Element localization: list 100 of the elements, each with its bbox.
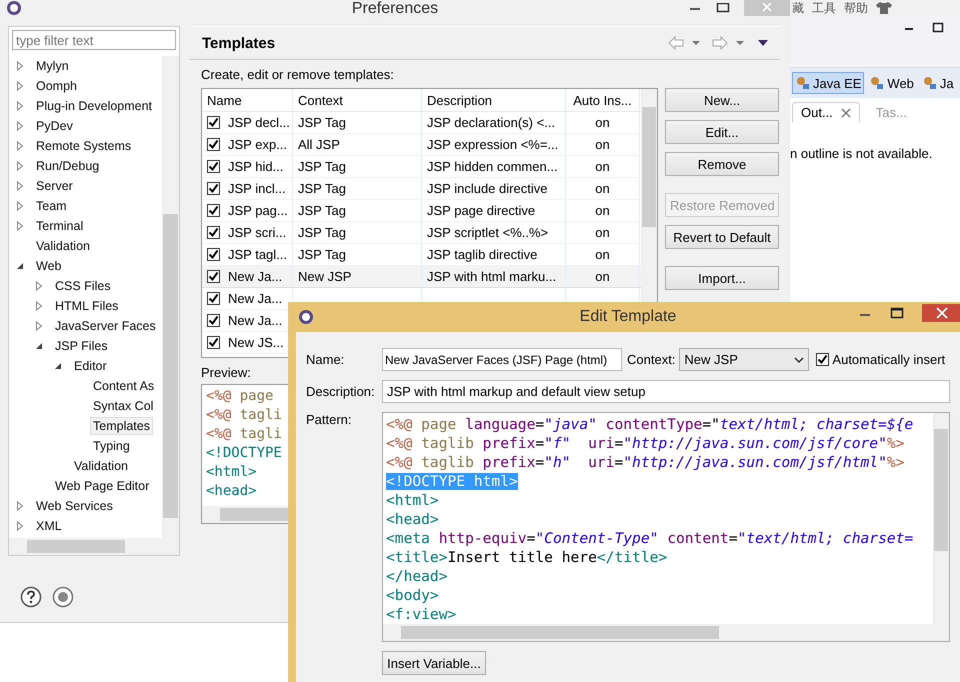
- action-button[interactable]: Import...: [665, 266, 779, 290]
- tree-item[interactable]: Terminal: [33, 217, 86, 235]
- column-header[interactable]: Auto Ins...: [566, 89, 640, 111]
- table-cell: JSP decl...: [228, 115, 290, 130]
- tree-item[interactable]: Oomph: [33, 77, 80, 95]
- tree-item[interactable]: Team: [33, 197, 70, 215]
- action-button[interactable]: Remove: [665, 152, 779, 176]
- column-header[interactable]: Context: [293, 89, 422, 111]
- help-icon[interactable]: [20, 586, 42, 608]
- tree-item[interactable]: Web: [33, 257, 64, 275]
- maximize-icon[interactable]: [890, 307, 904, 319]
- tree-item[interactable]: JSP Files: [52, 337, 111, 355]
- caret-icon[interactable]: [794, 356, 804, 364]
- table-cell: JSP hidden commen...: [427, 159, 558, 174]
- context-dropdown[interactable]: New JSP: [679, 348, 810, 371]
- menu-item[interactable]: 工具: [812, 0, 836, 16]
- column-header[interactable]: Name: [202, 89, 293, 111]
- collapsed-arrow-icon[interactable]: [15, 121, 25, 131]
- tree-item[interactable]: Server: [33, 177, 76, 195]
- table-row[interactable]: JSP pag... JSP Tag JSP page directive on: [202, 200, 641, 222]
- pattern-editor[interactable]: [382, 412, 950, 642]
- view-tab[interactable]: Out...: [792, 102, 860, 122]
- table-row[interactable]: JSP exp... All JSP JSP expression <%=... on: [202, 134, 641, 156]
- collapsed-arrow-icon[interactable]: [15, 141, 25, 151]
- tree-item[interactable]: Run/Debug: [33, 157, 102, 175]
- table-cell: on: [595, 137, 610, 152]
- table-row[interactable]: JSP hid... JSP Tag JSP hidden commen... on: [202, 156, 641, 178]
- description-field[interactable]: JSP with html markup and default view setup: [382, 380, 950, 403]
- tree-item[interactable]: Validation: [33, 237, 93, 255]
- table-row[interactable]: JSP decl... JSP Tag JSP declaration(s) <... on: [202, 112, 641, 134]
- maximize-icon[interactable]: [716, 3, 730, 13]
- perspective-button[interactable]: Java EE: [792, 72, 864, 94]
- collapsed-arrow-icon[interactable]: [15, 101, 25, 111]
- tree-item[interactable]: Remote Systems: [33, 137, 134, 155]
- checkbox[interactable]: [816, 353, 830, 366]
- expanded-arrow-icon[interactable]: [34, 341, 44, 351]
- code-line: <head>: [386, 510, 439, 529]
- checkbox[interactable]: [207, 270, 220, 283]
- collapsed-arrow-icon[interactable]: [15, 201, 25, 211]
- checkbox-label[interactable]: Automatically insert: [832, 352, 946, 367]
- collapsed-arrow-icon[interactable]: [34, 321, 44, 331]
- tree-item[interactable]: CSS Files: [52, 277, 114, 295]
- table-row[interactable]: New Ja... New JSP JSP with html marku... on: [202, 266, 641, 288]
- tree-item[interactable]: Mylyn: [33, 57, 72, 75]
- shirt-icon[interactable]: [876, 2, 892, 14]
- table-row[interactable]: JSP scri... JSP Tag JSP scriptlet <%..%> on: [202, 222, 641, 244]
- action-button[interactable]: New...: [665, 88, 779, 112]
- scrollbar[interactable]: [383, 624, 949, 641]
- checkbox[interactable]: [207, 160, 220, 173]
- scrollbar[interactable]: [162, 56, 179, 538]
- action-button[interactable]: Edit...: [665, 120, 779, 144]
- tree-item[interactable]: Templates: [90, 417, 153, 435]
- tree-item[interactable]: Web Page Editor: [52, 477, 152, 495]
- tree-item[interactable]: XML: [33, 517, 65, 535]
- tree-item[interactable]: Plug-in Development: [33, 97, 156, 115]
- tree-item[interactable]: Syntax Col: [90, 397, 156, 415]
- action-button[interactable]: Revert to Default: [665, 225, 779, 249]
- scrollbar[interactable]: [9, 538, 179, 555]
- checkbox[interactable]: [207, 336, 220, 349]
- tree-item[interactable]: PyDev: [33, 117, 76, 135]
- menu-item[interactable]: 帮助: [844, 0, 868, 16]
- expanded-arrow-icon[interactable]: [15, 261, 25, 271]
- filter-field[interactable]: type filter text: [12, 30, 176, 50]
- column-header[interactable]: Description: [422, 89, 566, 111]
- tree-item[interactable]: Typing: [90, 437, 133, 455]
- collapsed-arrow-icon[interactable]: [15, 521, 25, 531]
- checkbox[interactable]: [207, 182, 220, 195]
- expanded-arrow-icon[interactable]: [53, 361, 63, 371]
- tree-item[interactable]: Content As: [90, 377, 158, 395]
- perspective-button[interactable]: Ja: [918, 72, 957, 94]
- maximize-icon[interactable]: [932, 22, 946, 34]
- collapsed-arrow-icon[interactable]: [15, 161, 25, 171]
- insert-variable-button[interactable]: Insert Variable...: [382, 651, 486, 675]
- close-icon[interactable]: [840, 108, 851, 118]
- collapsed-arrow-icon[interactable]: [34, 281, 44, 291]
- tree-item[interactable]: Validation: [71, 457, 131, 475]
- collapsed-arrow-icon[interactable]: [15, 181, 25, 191]
- name-field[interactable]: New JavaServer Faces (JSF) Page (html): [382, 348, 622, 371]
- collapsed-arrow-icon[interactable]: [15, 81, 25, 91]
- collapsed-arrow-icon[interactable]: [15, 501, 25, 511]
- scrollbar[interactable]: [933, 413, 949, 624]
- table-row[interactable]: JSP incl... JSP Tag JSP include directive on: [202, 178, 641, 200]
- checkbox[interactable]: [207, 314, 220, 327]
- tree-item[interactable]: Web Services: [33, 497, 116, 515]
- tree-item[interactable]: Editor: [71, 357, 110, 375]
- close-button[interactable]: [922, 304, 960, 322]
- checkbox[interactable]: [207, 292, 220, 305]
- tree-item[interactable]: HTML Files: [52, 297, 122, 315]
- checkbox[interactable]: [207, 226, 220, 239]
- checkbox[interactable]: [207, 116, 220, 129]
- checkbox[interactable]: [207, 138, 220, 151]
- collapsed-arrow-icon[interactable]: [15, 221, 25, 231]
- checkbox[interactable]: [207, 204, 220, 217]
- collapsed-arrow-icon[interactable]: [34, 301, 44, 311]
- menu-item[interactable]: 藏: [792, 0, 804, 16]
- checkbox[interactable]: [207, 248, 220, 261]
- tree-item[interactable]: JavaServer Faces: [52, 317, 159, 335]
- collapsed-arrow-icon[interactable]: [15, 61, 25, 71]
- code-line: <!DOCTYPE: [206, 444, 282, 463]
- perspective-button[interactable]: Web: [866, 72, 917, 94]
